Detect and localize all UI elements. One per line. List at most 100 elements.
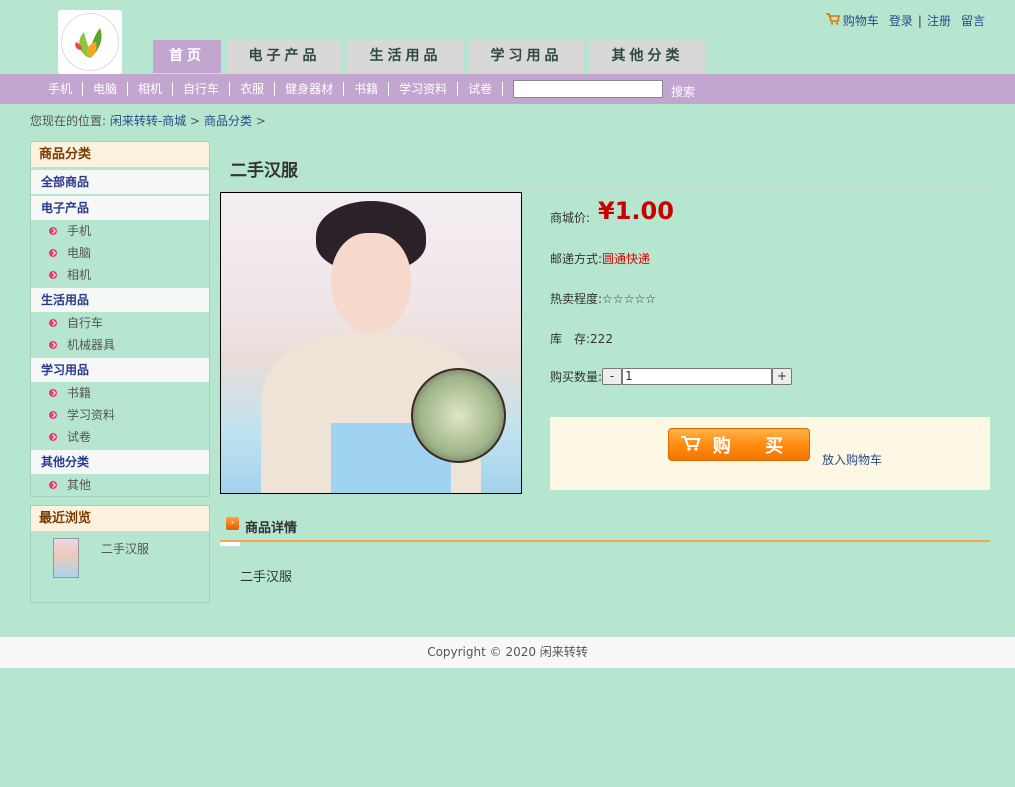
category-group-electronics[interactable]: 电子产品: [31, 196, 209, 220]
arrow-bullet-icon: [49, 481, 57, 489]
breadcrumb-separator: >: [255, 114, 266, 128]
subnav-clothes[interactable]: 衣服: [230, 82, 276, 96]
category-item-exam-papers[interactable]: 试卷: [31, 426, 209, 448]
arrow-bullet-icon: [49, 227, 57, 235]
arrow-bullet-icon: [49, 341, 57, 349]
register-link[interactable]: 注册: [927, 12, 951, 29]
subnav-phone[interactable]: 手机: [38, 82, 84, 96]
category-item-label: 其他: [67, 478, 92, 492]
subnav-study-materials[interactable]: 学习资料: [389, 82, 459, 96]
category-group-other[interactable]: 其他分类: [31, 450, 209, 474]
quantity-minus-button[interactable]: -: [602, 368, 623, 385]
tab-daily-goods[interactable]: 生活用品: [348, 40, 463, 73]
top-links: 购物车 登录 | 注册 留言: [825, 12, 985, 29]
product-price: ¥1.00: [598, 197, 674, 225]
category-item-label: 机械器具: [67, 338, 116, 352]
footer-copyright: Copyright © 2020 闲来转转: [0, 637, 1015, 668]
recent-box-title: 最近浏览: [31, 506, 209, 532]
tab-electronics[interactable]: 电子产品: [227, 40, 342, 73]
breadcrumb-separator: >: [190, 114, 201, 128]
breadcrumb-prefix: 您现在的位置:: [30, 114, 107, 128]
category-item-machinery[interactable]: 机械器具: [31, 334, 209, 356]
product-image: [220, 192, 522, 494]
category-item-computer[interactable]: 电脑: [31, 242, 209, 264]
stock-label: 库 存:: [550, 332, 591, 346]
category-group-study[interactable]: 学习用品: [31, 358, 209, 382]
arrow-bullet-icon: [49, 319, 57, 327]
subnav-bicycle[interactable]: 自行车: [173, 82, 231, 96]
quantity-plus-button[interactable]: +: [772, 368, 793, 385]
leaf-logo-icon: [61, 13, 119, 71]
subnav-computer[interactable]: 电脑: [83, 82, 129, 96]
category-box: 商品分类 全部商品 电子产品 手机 电脑 相机 生活用品 自行车 机械器具 学习…: [30, 141, 210, 497]
category-item-bicycle[interactable]: 自行车: [31, 312, 209, 334]
search-input[interactable]: [513, 80, 664, 98]
cart-icon[interactable]: [825, 13, 840, 28]
search-button[interactable]: 搜索: [671, 83, 695, 100]
buy-button-label: 购 买: [712, 435, 798, 457]
subnav-books[interactable]: 书籍: [344, 82, 390, 96]
category-item-label: 试卷: [67, 430, 92, 444]
shipping-label: 邮递方式:: [550, 252, 603, 266]
arrow-bullet-icon: [49, 389, 57, 397]
detail-header: › 商品详情: [220, 514, 990, 546]
category-item-label: 学习资料: [67, 408, 116, 422]
hot-label: 热卖程度:: [550, 292, 603, 306]
category-item-study-materials[interactable]: 学习资料: [31, 404, 209, 426]
category-item-other[interactable]: 其他: [31, 474, 209, 496]
add-to-cart-link[interactable]: 放入购物车: [822, 451, 882, 468]
detail-text: 二手汉服: [240, 570, 293, 585]
tab-study-goods[interactable]: 学习用品: [469, 40, 584, 73]
arrow-bullet-icon: [49, 433, 57, 441]
arrow-bullet-icon: [49, 249, 57, 257]
divider: [220, 190, 990, 191]
category-all[interactable]: 全部商品: [31, 170, 209, 194]
quantity-input[interactable]: 1: [622, 368, 773, 385]
site-logo[interactable]: [58, 10, 122, 74]
tab-home[interactable]: 首页: [153, 40, 221, 73]
category-item-camera[interactable]: 相机: [31, 264, 209, 286]
buy-box: 购 买 放入购物车: [550, 417, 990, 490]
product-title: 二手汉服: [230, 161, 298, 181]
hot-stars: ☆☆☆☆☆: [602, 292, 656, 306]
shipping-value: 圆通快递: [602, 252, 651, 266]
breadcrumb-category-link[interactable]: 商品分类: [204, 114, 252, 128]
divider: |: [917, 13, 922, 28]
category-item-label: 自行车: [67, 316, 104, 330]
buy-button[interactable]: 购 买: [668, 428, 810, 461]
category-item-phone[interactable]: 手机: [31, 220, 209, 242]
category-item-books[interactable]: 书籍: [31, 382, 209, 404]
arrow-bullet-icon: [49, 271, 57, 279]
shipping-row: 邮递方式:圆通快递: [550, 250, 650, 267]
breadcrumb: 您现在的位置: 闲来转转-商城 > 商品分类 >: [30, 112, 266, 129]
category-item-label: 相机: [67, 268, 92, 282]
category-item-label: 书籍: [67, 386, 92, 400]
quantity-stepper: 购买数量: - 1 +: [550, 368, 793, 385]
cart-icon: [680, 435, 701, 455]
subnav-exam-papers[interactable]: 试卷: [458, 82, 504, 96]
recent-item-title[interactable]: 二手汉服: [101, 540, 149, 557]
cart-link[interactable]: 购物车: [843, 12, 879, 29]
category-group-daily[interactable]: 生活用品: [31, 288, 209, 312]
category-item-label: 电脑: [67, 246, 92, 260]
subnav-fitness[interactable]: 健身器材: [275, 82, 345, 96]
subnav-camera[interactable]: 相机: [128, 82, 174, 96]
stock-value: 222: [590, 332, 613, 346]
login-link[interactable]: 登录: [889, 12, 913, 29]
breadcrumb-home-link[interactable]: 闲来转转-商城: [110, 114, 186, 128]
category-item-label: 手机: [67, 224, 92, 238]
recent-item[interactable]: 二手汉服: [31, 532, 209, 602]
sub-nav: 手机 电脑 相机 自行车 衣服 健身器材 书籍 学习资料 试卷 搜索: [0, 74, 1015, 104]
recent-item-thumbnail[interactable]: [53, 538, 79, 578]
main-nav: 首页 电子产品 生活用品 学习用品 其他分类: [153, 40, 705, 73]
category-box-title: 商品分类: [31, 142, 209, 168]
stock-row: 库 存:222: [550, 330, 613, 347]
arrow-right-icon: ›: [226, 517, 239, 530]
price-label: 商城价:: [550, 211, 591, 225]
message-link[interactable]: 留言: [961, 12, 985, 29]
recent-box: 最近浏览 二手汉服: [30, 505, 210, 603]
detail-title: 商品详情: [245, 521, 298, 536]
hot-row: 热卖程度:☆☆☆☆☆: [550, 290, 656, 307]
arrow-bullet-icon: [49, 411, 57, 419]
tab-other[interactable]: 其他分类: [590, 40, 705, 73]
